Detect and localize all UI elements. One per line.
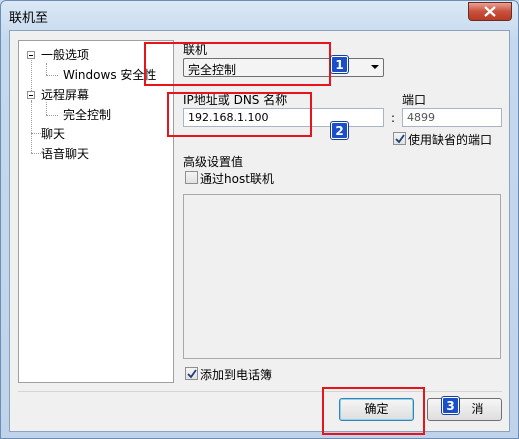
tree-item-windows-security[interactable]: Windows 安全性 [63, 66, 156, 84]
badge-1: 1 [331, 56, 348, 73]
tree-item-full-control[interactable]: 完全控制 [63, 106, 111, 124]
badge-3: 3 [442, 397, 459, 414]
tree-item-chat[interactable]: 聊天 [41, 125, 65, 143]
add-to-phonebook-label: 添加到电话簿 [200, 368, 273, 382]
close-button[interactable] [468, 2, 512, 21]
tree-item-label: 聊天 [41, 127, 66, 141]
tree-item-label: Windows 安全性 [63, 68, 157, 82]
button-separator [18, 391, 502, 392]
close-icon [484, 6, 496, 17]
connect-via-host-label: 通过host联机 [200, 172, 274, 186]
tree-line [46, 75, 58, 76]
collapse-toggle-icon[interactable] [27, 91, 35, 99]
window-title: 联机至 [9, 11, 49, 26]
tree-line [31, 101, 32, 153]
tree-line [46, 115, 58, 116]
chevron-down-icon[interactable] [371, 65, 379, 69]
connect-via-host-checkbox[interactable] [185, 171, 198, 184]
cancel-button[interactable]: 消 [427, 398, 502, 421]
tree-item-label: 一般选项 [41, 48, 90, 62]
badge-2: 2 [331, 122, 348, 139]
port-label: 端口 [402, 93, 427, 107]
add-to-phonebook-checkbox[interactable] [185, 367, 198, 380]
tree-item-label: 语音聊天 [41, 147, 90, 161]
tree-item-label: 远程屏幕 [41, 88, 90, 102]
port-input[interactable]: 4899 [402, 108, 502, 127]
tree-item-voice-chat[interactable]: 语音聊天 [41, 145, 89, 163]
tree-item-general-options[interactable]: 一般选项 [41, 46, 89, 64]
tree-item-remote-screen[interactable]: 远程屏幕 [41, 86, 89, 104]
checkmark-icon [187, 369, 197, 379]
options-tree[interactable]: 一般选项 Windows 安全性 远程屏幕 完全控制 聊天 语音聊天 [18, 40, 174, 383]
highlight-box-2 [167, 92, 312, 137]
highlight-box-3 [322, 387, 425, 435]
use-default-port-checkbox[interactable] [393, 132, 406, 145]
tree-line [46, 63, 47, 75]
collapse-toggle-icon[interactable] [27, 51, 35, 59]
port-separator: : [391, 111, 396, 125]
title-bar[interactable]: 联机至 [1, 1, 518, 29]
dialog-client-area: 一般选项 Windows 安全性 远程屏幕 完全控制 聊天 语音聊天 联机 完全… [9, 30, 510, 432]
port-value: 4899 [407, 111, 435, 124]
highlight-box-1 [144, 42, 331, 86]
use-default-port-label: 使用缺省的端口 [408, 133, 493, 147]
advanced-settings-panel [183, 194, 501, 359]
connect-to-dialog: 联机至 一般选项 Windows 安全性 远程屏幕 完全控制 聊天 语音聊天 联… [0, 0, 519, 439]
advanced-settings-label: 高级设置值 [183, 155, 244, 169]
tree-item-label: 完全控制 [63, 108, 112, 122]
checkmark-icon [395, 134, 405, 144]
